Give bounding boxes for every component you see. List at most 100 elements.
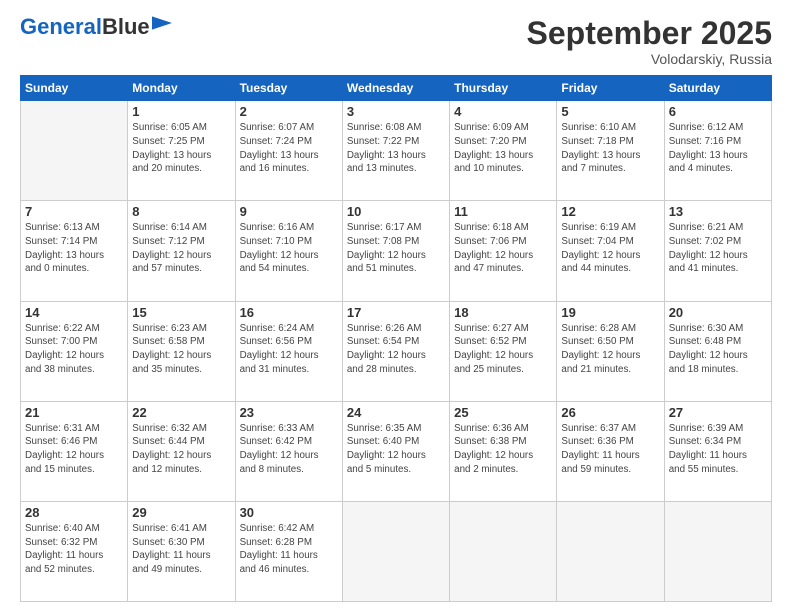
calendar-cell: 16 Sunrise: 6:24 AM Sunset: 6:56 PM Dayli…	[235, 301, 342, 401]
day-info: Sunrise: 6:21 AM Sunset: 7:02 PM Dayligh…	[669, 221, 767, 276]
day-info: Sunrise: 6:13 AM Sunset: 7:14 PM Dayligh…	[25, 221, 123, 276]
day-number: 26	[561, 405, 659, 420]
day-number: 29	[132, 505, 230, 520]
day-number: 13	[669, 204, 767, 219]
calendar-cell: 15 Sunrise: 6:23 AM Sunset: 6:58 PM Dayli…	[128, 301, 235, 401]
calendar-cell: 3 Sunrise: 6:08 AM Sunset: 7:22 PM Daylig…	[342, 101, 449, 201]
week-row-1: 1 Sunrise: 6:05 AM Sunset: 7:25 PM Daylig…	[21, 101, 772, 201]
calendar-cell: 6 Sunrise: 6:12 AM Sunset: 7:16 PM Daylig…	[664, 101, 771, 201]
day-number: 12	[561, 204, 659, 219]
weekday-header-thursday: Thursday	[450, 76, 557, 101]
calendar-cell: 7Sunrise: 6:13 AM Sunset: 7:14 PM Daylig…	[21, 201, 128, 301]
logo-icon	[152, 16, 172, 30]
day-info: Sunrise: 6:27 AM Sunset: 6:52 PM Dayligh…	[454, 322, 552, 377]
calendar-cell: 9 Sunrise: 6:16 AM Sunset: 7:10 PM Daylig…	[235, 201, 342, 301]
weekday-header-tuesday: Tuesday	[235, 76, 342, 101]
day-number: 17	[347, 305, 445, 320]
day-info: Sunrise: 6:24 AM Sunset: 6:56 PM Dayligh…	[240, 322, 338, 377]
day-info: Sunrise: 6:18 AM Sunset: 7:06 PM Dayligh…	[454, 221, 552, 276]
calendar-cell: 1 Sunrise: 6:05 AM Sunset: 7:25 PM Daylig…	[128, 101, 235, 201]
day-info: Sunrise: 6:33 AM Sunset: 6:42 PM Dayligh…	[240, 422, 338, 477]
day-number: 8	[132, 204, 230, 219]
day-info: Sunrise: 6:16 AM Sunset: 7:10 PM Dayligh…	[240, 221, 338, 276]
calendar-cell: 20 Sunrise: 6:30 AM Sunset: 6:48 PM Dayli…	[664, 301, 771, 401]
weekday-header-monday: Monday	[128, 76, 235, 101]
calendar-cell	[342, 501, 449, 601]
day-number: 16	[240, 305, 338, 320]
day-number: 1	[132, 104, 230, 119]
calendar-cell: 2 Sunrise: 6:07 AM Sunset: 7:24 PM Daylig…	[235, 101, 342, 201]
day-info: Sunrise: 6:12 AM Sunset: 7:16 PM Dayligh…	[669, 121, 767, 176]
calendar-cell: 23 Sunrise: 6:33 AM Sunset: 6:42 PM Dayli…	[235, 401, 342, 501]
calendar-cell	[557, 501, 664, 601]
weekday-header-saturday: Saturday	[664, 76, 771, 101]
month-title: September 2025	[527, 16, 772, 51]
week-row-4: 21 Sunrise: 6:31 AM Sunset: 6:46 PM Dayli…	[21, 401, 772, 501]
weekday-header-wednesday: Wednesday	[342, 76, 449, 101]
calendar-cell	[21, 101, 128, 201]
day-number: 25	[454, 405, 552, 420]
day-number: 15	[132, 305, 230, 320]
day-number: 11	[454, 204, 552, 219]
calendar-table: SundayMondayTuesdayWednesdayThursdayFrid…	[20, 75, 772, 602]
day-info: Sunrise: 6:41 AM Sunset: 6:30 PM Dayligh…	[132, 522, 230, 577]
calendar-cell: 25Sunrise: 6:36 AM Sunset: 6:38 PM Dayli…	[450, 401, 557, 501]
calendar-cell: 22 Sunrise: 6:32 AM Sunset: 6:44 PM Dayli…	[128, 401, 235, 501]
day-number: 3	[347, 104, 445, 119]
day-info: Sunrise: 6:05 AM Sunset: 7:25 PM Dayligh…	[132, 121, 230, 176]
day-info: Sunrise: 6:40 AM Sunset: 6:32 PM Dayligh…	[25, 522, 123, 577]
day-number: 19	[561, 305, 659, 320]
day-number: 9	[240, 204, 338, 219]
calendar-cell: 17 Sunrise: 6:26 AM Sunset: 6:54 PM Dayli…	[342, 301, 449, 401]
day-number: 23	[240, 405, 338, 420]
title-block: September 2025 Volodarskiy, Russia	[527, 16, 772, 67]
calendar-cell: 13 Sunrise: 6:21 AM Sunset: 7:02 PM Dayli…	[664, 201, 771, 301]
calendar-cell: 4Sunrise: 6:09 AM Sunset: 7:20 PM Daylig…	[450, 101, 557, 201]
day-number: 28	[25, 505, 123, 520]
day-info: Sunrise: 6:30 AM Sunset: 6:48 PM Dayligh…	[669, 322, 767, 377]
week-row-2: 7Sunrise: 6:13 AM Sunset: 7:14 PM Daylig…	[21, 201, 772, 301]
day-number: 2	[240, 104, 338, 119]
day-number: 24	[347, 405, 445, 420]
calendar-cell: 18Sunrise: 6:27 AM Sunset: 6:52 PM Dayli…	[450, 301, 557, 401]
calendar-cell: 29 Sunrise: 6:41 AM Sunset: 6:30 PM Dayli…	[128, 501, 235, 601]
day-info: Sunrise: 6:37 AM Sunset: 6:36 PM Dayligh…	[561, 422, 659, 477]
location: Volodarskiy, Russia	[527, 51, 772, 67]
day-number: 30	[240, 505, 338, 520]
day-info: Sunrise: 6:39 AM Sunset: 6:34 PM Dayligh…	[669, 422, 767, 477]
day-info: Sunrise: 6:28 AM Sunset: 6:50 PM Dayligh…	[561, 322, 659, 377]
day-number: 5	[561, 104, 659, 119]
day-info: Sunrise: 6:32 AM Sunset: 6:44 PM Dayligh…	[132, 422, 230, 477]
calendar-cell: 11 Sunrise: 6:18 AM Sunset: 7:06 PM Dayli…	[450, 201, 557, 301]
calendar-cell: 19 Sunrise: 6:28 AM Sunset: 6:50 PM Dayli…	[557, 301, 664, 401]
calendar-cell: 24Sunrise: 6:35 AM Sunset: 6:40 PM Dayli…	[342, 401, 449, 501]
week-row-3: 14Sunrise: 6:22 AM Sunset: 7:00 PM Dayli…	[21, 301, 772, 401]
day-info: Sunrise: 6:07 AM Sunset: 7:24 PM Dayligh…	[240, 121, 338, 176]
week-row-5: 28 Sunrise: 6:40 AM Sunset: 6:32 PM Dayli…	[21, 501, 772, 601]
weekday-header-row: SundayMondayTuesdayWednesdayThursdayFrid…	[21, 76, 772, 101]
day-info: Sunrise: 6:31 AM Sunset: 6:46 PM Dayligh…	[25, 422, 123, 477]
day-number: 6	[669, 104, 767, 119]
day-info: Sunrise: 6:26 AM Sunset: 6:54 PM Dayligh…	[347, 322, 445, 377]
day-info: Sunrise: 6:14 AM Sunset: 7:12 PM Dayligh…	[132, 221, 230, 276]
day-info: Sunrise: 6:23 AM Sunset: 6:58 PM Dayligh…	[132, 322, 230, 377]
day-info: Sunrise: 6:42 AM Sunset: 6:28 PM Dayligh…	[240, 522, 338, 577]
calendar-cell: 14Sunrise: 6:22 AM Sunset: 7:00 PM Dayli…	[21, 301, 128, 401]
day-number: 14	[25, 305, 123, 320]
calendar-cell: 8 Sunrise: 6:14 AM Sunset: 7:12 PM Daylig…	[128, 201, 235, 301]
calendar-cell: 26 Sunrise: 6:37 AM Sunset: 6:36 PM Dayli…	[557, 401, 664, 501]
logo-blue: Blue	[102, 14, 150, 39]
logo: GeneralBlue	[20, 16, 172, 38]
day-number: 21	[25, 405, 123, 420]
logo-general: General	[20, 14, 102, 39]
day-number: 22	[132, 405, 230, 420]
day-info: Sunrise: 6:09 AM Sunset: 7:20 PM Dayligh…	[454, 121, 552, 176]
day-info: Sunrise: 6:10 AM Sunset: 7:18 PM Dayligh…	[561, 121, 659, 176]
weekday-header-friday: Friday	[557, 76, 664, 101]
day-number: 20	[669, 305, 767, 320]
calendar-cell: 30 Sunrise: 6:42 AM Sunset: 6:28 PM Dayli…	[235, 501, 342, 601]
weekday-header-sunday: Sunday	[21, 76, 128, 101]
day-info: Sunrise: 6:17 AM Sunset: 7:08 PM Dayligh…	[347, 221, 445, 276]
day-info: Sunrise: 6:08 AM Sunset: 7:22 PM Dayligh…	[347, 121, 445, 176]
calendar-cell: 5 Sunrise: 6:10 AM Sunset: 7:18 PM Daylig…	[557, 101, 664, 201]
